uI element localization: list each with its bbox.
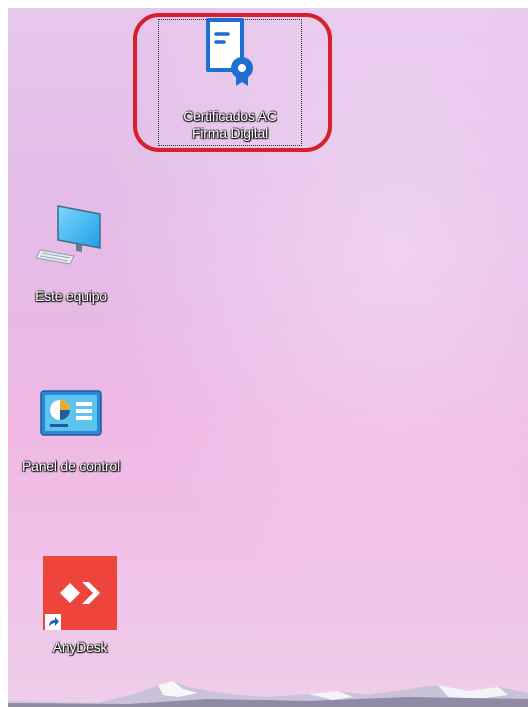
control-panel-icon <box>40 390 102 436</box>
icon-label-line1: Certificados AC <box>183 108 277 124</box>
anydesk-icon-wrap <box>43 556 117 630</box>
certificate-icon <box>206 18 253 86</box>
desktop-icon-panel-de-control[interactable]: Panel de control <box>8 390 146 475</box>
wallpaper-mountains <box>8 681 528 707</box>
computer-icon <box>36 205 101 265</box>
desktop-icon-este-equipo[interactable]: Este equipo <box>8 204 146 305</box>
screenshot-frame: Certificados AC Firma Digital Este equip… <box>0 0 528 707</box>
icon-label: AnyDesk <box>52 639 108 655</box>
icon-label: Panel de control <box>22 458 120 474</box>
icon-label-line2: Firma Digital <box>192 125 268 141</box>
desktop-icon-anydesk[interactable]: AnyDesk <box>8 556 155 656</box>
desktop[interactable]: Certificados AC Firma Digital Este equip… <box>8 8 528 707</box>
icon-label: Este equipo <box>35 288 107 304</box>
desktop-icon-certificados[interactable]: Certificados AC Firma Digital <box>155 16 305 142</box>
shortcut-arrow-icon <box>45 614 61 630</box>
